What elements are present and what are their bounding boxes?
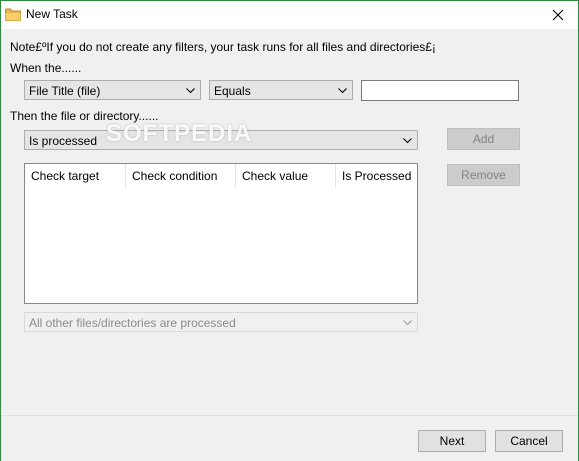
column-is-processed[interactable]: Is Processed [336,164,417,188]
add-button[interactable]: Add [447,128,520,150]
chevron-down-icon [186,88,195,94]
softpedia-watermark: SOFTPEDIA [106,120,253,147]
window-title: New Task [26,7,78,21]
filters-table[interactable]: Check target Check condition Check value… [24,163,418,304]
close-button[interactable] [538,1,578,29]
check-value-input[interactable] [361,80,519,101]
next-button[interactable]: Next [418,430,486,452]
table-header: Check target Check condition Check value… [25,164,417,188]
check-condition-select[interactable]: Equals [209,80,353,100]
column-check-value[interactable]: Check value [236,164,336,188]
column-check-target[interactable]: Check target [25,164,126,188]
title-bar: New Task [1,1,578,29]
check-condition-value: Equals [214,84,251,98]
new-task-dialog: New Task Note£ºIf you do not create any … [0,0,579,461]
other-files-select[interactable]: All other files/directories are processe… [24,312,418,332]
dialog-content: Note£ºIf you do not create any filters, … [1,29,578,415]
folder-icon [5,8,21,21]
cancel-button[interactable]: Cancel [495,430,563,452]
chevron-down-icon [338,88,347,94]
remove-button[interactable]: Remove [447,164,520,186]
close-icon [552,9,564,21]
column-check-condition[interactable]: Check condition [126,164,236,188]
dialog-footer: Next Cancel [1,415,578,461]
when-label: When the...... [10,61,82,75]
note-text: Note£ºIf you do not create any filters, … [10,40,436,54]
other-files-value: All other files/directories are processe… [29,316,236,330]
process-action-value: Is processed [29,134,98,148]
check-target-select[interactable]: File Title (file) [24,80,201,100]
check-target-value: File Title (file) [29,84,101,98]
chevron-down-icon [403,138,412,144]
chevron-down-icon [403,320,412,326]
